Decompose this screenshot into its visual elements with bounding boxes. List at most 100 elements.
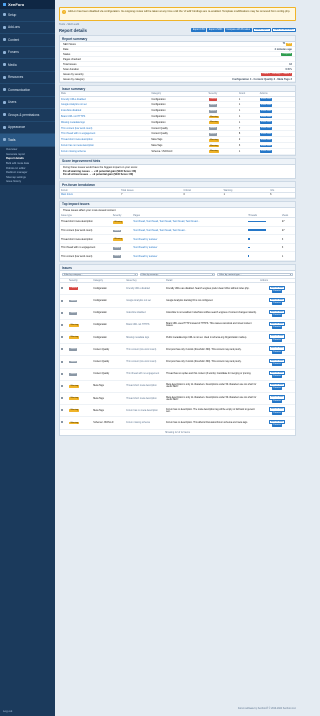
dismiss-button[interactable]: Dismiss <box>272 399 282 403</box>
sidebar-item[interactable]: Communication <box>0 84 55 97</box>
show-fixes-button[interactable]: Show fixes <box>259 150 273 154</box>
severity-cell: Notice <box>67 343 93 357</box>
pagination-info: Showing 12 of 12 items <box>165 430 190 434</box>
sidebar-item[interactable]: Forums <box>0 47 55 59</box>
show-fixes-button[interactable]: Show fixes <box>259 103 273 107</box>
sidebar-item[interactable]: Media <box>0 59 55 72</box>
row-checkbox[interactable] <box>61 311 63 314</box>
show-fixes-button[interactable]: Show fixes <box>259 138 273 142</box>
pages-links[interactable]: Test thread by testuser <box>133 238 157 241</box>
checkbox-cell <box>60 282 68 296</box>
row-checkbox[interactable] <box>61 397 63 400</box>
rule-link[interactable]: Missing metadata logo <box>61 121 85 124</box>
actions-cell: Mark as fixed Dismiss <box>259 282 295 296</box>
pages-cell: Test thread, Test thread, Test thread, T… <box>132 217 248 227</box>
row-checkbox[interactable] <box>61 421 63 424</box>
filter-select[interactable]: Filter by content type... ▾ <box>217 272 294 277</box>
pages-links[interactable]: Test thread, Test thread, Test thread, T… <box>133 220 199 223</box>
sidebar-item[interactable]: Groups & permissions <box>0 109 55 122</box>
sidebar-item[interactable]: Content <box>0 34 55 47</box>
detail-cell: Meta description is only 11 characters. … <box>165 392 260 406</box>
score-hints-block: Score improvement hints Fixing these iss… <box>59 157 296 180</box>
row-checkbox[interactable] <box>61 299 63 302</box>
filter-select[interactable]: Filter by severity... ▾ <box>139 272 216 277</box>
issue-key-cell: Missing metadata logo <box>125 331 166 345</box>
sidebar-subitem[interactable]: Issue history <box>0 180 55 185</box>
dismiss-button[interactable]: Dismiss <box>272 363 282 366</box>
severity-badge: Warning <box>113 220 123 224</box>
pages-links[interactable]: Test thread by testuser <box>133 255 157 258</box>
row-checkbox[interactable] <box>61 384 63 387</box>
row-checkbox[interactable] <box>61 348 63 351</box>
checkbox-cell <box>60 355 68 369</box>
sidebar-item[interactable]: Setup <box>0 9 55 22</box>
mark-fixed-button[interactable]: Mark as fixed <box>269 395 286 400</box>
dismiss-button[interactable]: Dismiss <box>272 289 282 293</box>
sidebar-item[interactable]: Add-ons <box>0 22 55 34</box>
dismiss-button[interactable]: Dismiss <box>272 302 282 306</box>
dismiss-button[interactable]: Dismiss <box>272 338 282 342</box>
show-fixes-button[interactable]: Show fixes <box>259 132 273 136</box>
checkbox-cell <box>60 294 68 308</box>
dismiss-button[interactable]: Dismiss <box>272 314 282 318</box>
summary-value: Configuration 4 · Content Quality 3 · Me… <box>232 77 292 81</box>
rule-link[interactable]: Thin thread with no engagement <box>61 132 95 135</box>
page-footer: Forum software by XenForo® © 2010-2024 X… <box>237 708 296 710</box>
toolbar-button[interactable]: Export CSV <box>191 28 207 32</box>
row-checkbox[interactable] <box>61 409 63 412</box>
rule-link[interactable]: Forum missing schema <box>61 150 86 153</box>
severity-cell: Critical <box>67 282 93 296</box>
sidebar-item[interactable]: Tools <box>0 134 55 147</box>
severity-badge: Notice <box>69 311 78 315</box>
dismiss-button[interactable]: Dismiss <box>272 411 282 415</box>
show-fixes-button[interactable]: Show fixes <box>259 127 273 131</box>
severity-cell: Notice <box>111 251 133 261</box>
forum-link[interactable]: Main forum <box>61 193 73 196</box>
dismiss-button[interactable]: Dismiss <box>272 375 282 379</box>
logout-link[interactable]: Log out <box>3 709 12 713</box>
rule-link[interactable]: Thin content (low word count) <box>61 127 92 130</box>
filter-select[interactable]: Filter by category... ▾ <box>62 272 138 277</box>
table-row: Notice Content Quality Thin content (low w… <box>60 343 295 357</box>
rule-link[interactable]: Friendly URLs disabled <box>61 98 86 101</box>
sidebar-item[interactable]: Users <box>0 97 55 109</box>
toolbar-button[interactable]: Compare with Previous <box>224 28 252 32</box>
rule-link[interactable]: Board URL not HTTPS <box>61 115 85 118</box>
row-checkbox[interactable] <box>61 287 63 290</box>
breadcrumb[interactable]: Tools › SEO audit <box>59 23 296 26</box>
dismiss-button[interactable]: Dismiss <box>272 423 282 427</box>
dismiss-button[interactable]: Dismiss <box>272 387 282 391</box>
row-checkbox[interactable] <box>61 323 63 326</box>
toolbar-button[interactable]: Delete report <box>252 28 271 32</box>
row-checkbox[interactable] <box>61 360 63 363</box>
row-checkbox[interactable] <box>61 336 63 339</box>
actions-cell: Mark as fixed Dismiss <box>259 331 295 345</box>
rule-link[interactable]: Google Analytics not set <box>61 103 87 106</box>
row-checkbox[interactable] <box>61 372 63 375</box>
rule-link[interactable]: Thread short meta description <box>61 138 93 141</box>
category-cell: Content Quality <box>92 355 126 369</box>
dismiss-button[interactable]: Dismiss <box>272 326 282 330</box>
envelope-icon <box>3 88 6 92</box>
toolbar-button[interactable]: Export JSON <box>207 28 224 32</box>
brand-logo[interactable]: XenForo <box>0 0 55 9</box>
sidebar-item-label: Groups & permissions <box>8 112 40 117</box>
show-fixes-button[interactable]: Show fixes <box>259 98 273 102</box>
detail-cell: Thread has no replies and thin content (… <box>165 368 260 381</box>
category-cell: Content Quality <box>92 343 126 357</box>
pages-links[interactable]: Test thread, Test thread, Test thread, T… <box>133 229 186 232</box>
sidebar-item[interactable]: Appearance <box>0 122 55 134</box>
show-fixes-button[interactable]: Show fixes <box>259 115 273 119</box>
toolbar-button[interactable]: Back to dashboard <box>271 28 296 32</box>
sidebar-item[interactable]: Resources <box>0 72 55 84</box>
category-cell: Configuration <box>92 331 126 345</box>
rule-link[interactable]: Forum has no meta description <box>61 144 94 147</box>
show-fixes-button[interactable]: Show fixes <box>259 121 273 125</box>
issue-key-cell: Board URL not HTTPS <box>125 319 166 333</box>
detail-cell: Forum has no description. This affects D… <box>165 416 260 430</box>
show-fixes-button[interactable]: Show fixes <box>259 109 273 113</box>
pages-links[interactable]: Test thread by testuser <box>133 246 157 249</box>
show-fixes-button[interactable]: Show fixes <box>259 144 273 148</box>
rule-link[interactable]: IndexNow disabled <box>61 109 81 112</box>
dismiss-button[interactable]: Dismiss <box>272 350 282 354</box>
